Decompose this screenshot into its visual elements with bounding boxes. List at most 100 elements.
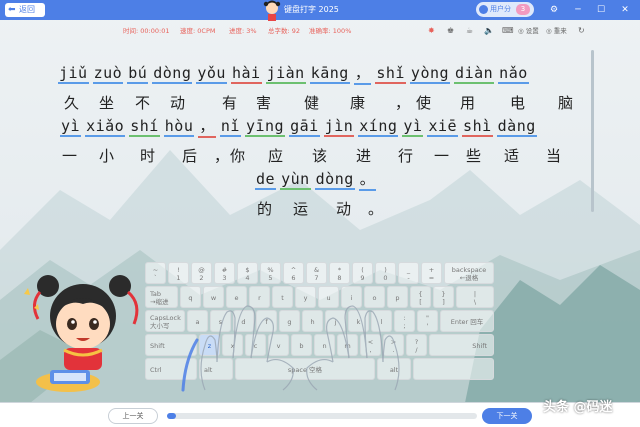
hanzi-char: 电 <box>510 94 526 112</box>
lesson-progress-fill <box>167 413 177 419</box>
hanzi-char: 不 <box>135 94 151 112</box>
pinyin-word: shí <box>129 117 160 137</box>
key-enter: Enter 回车 <box>440 310 494 332</box>
pinyin-word: dòng <box>152 64 193 84</box>
stat-time: 时间: 00:00:01 <box>123 27 170 35</box>
stat-total-chars: 总字数: 92 <box>268 27 301 35</box>
gear-icon: ◎ <box>518 27 524 35</box>
refresh-icon[interactable]: ↻ <box>578 24 585 38</box>
pinyin-word: ， <box>353 62 372 85</box>
pinyin-word: nǐ <box>219 117 241 137</box>
pinyin-word: zuò <box>92 64 124 84</box>
maximize-icon[interactable]: ☐ <box>593 2 609 18</box>
cup-icon[interactable]: ☕ <box>466 24 473 38</box>
hanzi-line-2: 一 小 时 后 ， 你 应 该 进 行 一 些 适 当 <box>0 145 640 167</box>
pinyin-word: bú <box>127 64 149 84</box>
minimize-icon[interactable]: ─ <box>570 2 586 18</box>
next-level-button[interactable]: 下一关 <box>482 408 532 424</box>
key-7: & 7 <box>306 262 327 284</box>
stat-progress: 进度: 3% <box>229 27 257 35</box>
key-backspace: backspace ←退格 <box>444 262 494 284</box>
previous-level-button[interactable]: 上一关 <box>108 408 158 424</box>
hanzi-char: 健 <box>304 94 320 112</box>
hanzi-char: 用 <box>460 94 476 112</box>
hanzi-char: 康 <box>350 94 366 112</box>
pinyin-line-3: de yùn dòng。 <box>255 168 380 191</box>
key-minus: _ - <box>398 262 419 284</box>
hanzi-char: 当 <box>546 147 562 165</box>
key-backslash: | \ <box>456 286 494 308</box>
back-button-label: 返回 <box>19 5 35 14</box>
pinyin-word: yì <box>60 117 82 137</box>
pinyin-word: xiē <box>427 117 459 137</box>
pinyin-word: ， <box>198 115 216 138</box>
hanzi-line-1: 久 坐 不 动 有 害 健 康 ， 使 用 电 脑 <box>0 92 640 114</box>
key-tab: Tab →缩进 <box>145 286 178 308</box>
restart-toggle[interactable]: ◎ 重来 <box>546 24 567 38</box>
hanzi-char: 你 <box>230 147 246 165</box>
text-scrollbar[interactable] <box>591 50 594 212</box>
pinyin-word: diàn <box>454 64 495 84</box>
hanzi-char: 些 <box>466 147 482 165</box>
app-logo-icon <box>263 0 281 21</box>
pinyin-word: hài <box>230 64 262 84</box>
lesson-progress-bar <box>167 413 477 419</box>
pinyin-word: dàng <box>496 117 537 137</box>
volume-icon[interactable]: 🔈 <box>484 24 494 38</box>
settings-toggle[interactable]: ◎ 设置 <box>518 24 539 38</box>
key-blank-right <box>413 358 494 380</box>
hanzi-char: 一 <box>434 147 450 165</box>
cartoon-girl-mascot <box>24 275 139 392</box>
gear-icon[interactable]: ⚙ <box>546 2 562 18</box>
key-0: ) 0 <box>375 262 396 284</box>
pinyin-word: dòng <box>314 170 355 190</box>
typing-hands-guide <box>181 305 400 392</box>
pinyin-word: hòu <box>163 117 195 137</box>
key-3: # 3 <box>214 262 235 284</box>
hanzi-char: 一 <box>62 147 78 165</box>
back-arrow-icon: ⬅ <box>8 5 16 15</box>
hanzi-char: 运 <box>293 200 309 218</box>
user-level-badge: 3 <box>516 4 530 15</box>
hanzi-char: 行 <box>398 147 414 165</box>
pinyin-word: kāng <box>309 64 350 84</box>
shirt-icon[interactable]: ♚ <box>447 24 454 38</box>
user-name: 用户分 <box>490 5 511 13</box>
stat-speed: 速度: 0CPM <box>180 27 216 35</box>
pinyin-line-1: jiǔ zuò bú dòng yǒu hài jiàn kāng， shǐ yòng diàn nǎ… <box>58 62 533 85</box>
pinyin-word: yīng <box>244 117 286 137</box>
hanzi-char: 进 <box>356 147 372 165</box>
hanzi-char: 适 <box>504 147 520 165</box>
hanzi-char: 。 <box>368 200 384 218</box>
watermark-text: 头条 @码迷 <box>543 400 613 415</box>
pinyin-word: gāi <box>289 117 320 137</box>
hanzi-char: 后 <box>182 147 198 165</box>
key-8: * 8 <box>329 262 350 284</box>
key-right-bracket: } ] <box>433 286 454 308</box>
user-account-chip[interactable]: 用户分 3 <box>476 2 534 17</box>
key-4: $ 4 <box>237 262 258 284</box>
keyboard-icon[interactable]: ⌨ <box>502 24 514 38</box>
key-shift-right: Shift <box>429 334 494 356</box>
hanzi-char: ， <box>214 147 230 165</box>
hanzi-char: 的 <box>257 200 273 218</box>
pinyin-word: xiǎo <box>85 117 126 137</box>
hanzi-char: 使 <box>416 94 432 112</box>
pinyin-word: jiǔ <box>58 64 89 84</box>
close-icon[interactable]: ✕ <box>617 2 633 18</box>
hanzi-char: 动 <box>336 200 352 218</box>
key-5: % 5 <box>260 262 281 284</box>
hanzi-char: 该 <box>312 147 328 165</box>
bomb-icon[interactable]: ✸ <box>428 24 435 38</box>
hanzi-line-3: 的 运 动 。 <box>0 198 640 220</box>
key-2: @ 2 <box>191 262 212 284</box>
pinyin-word: yì <box>402 117 424 137</box>
stat-accuracy: 准确率: 100% <box>309 27 352 35</box>
hanzi-char: ， <box>395 94 411 112</box>
pinyin-word: shǐ <box>375 64 406 84</box>
hanzi-char: 脑 <box>558 94 574 112</box>
back-button[interactable]: ⬅ 返回 <box>5 3 45 17</box>
pinyin-word: jìn <box>323 117 355 137</box>
hanzi-char: 有 <box>222 94 238 112</box>
hanzi-char: 小 <box>99 147 115 165</box>
